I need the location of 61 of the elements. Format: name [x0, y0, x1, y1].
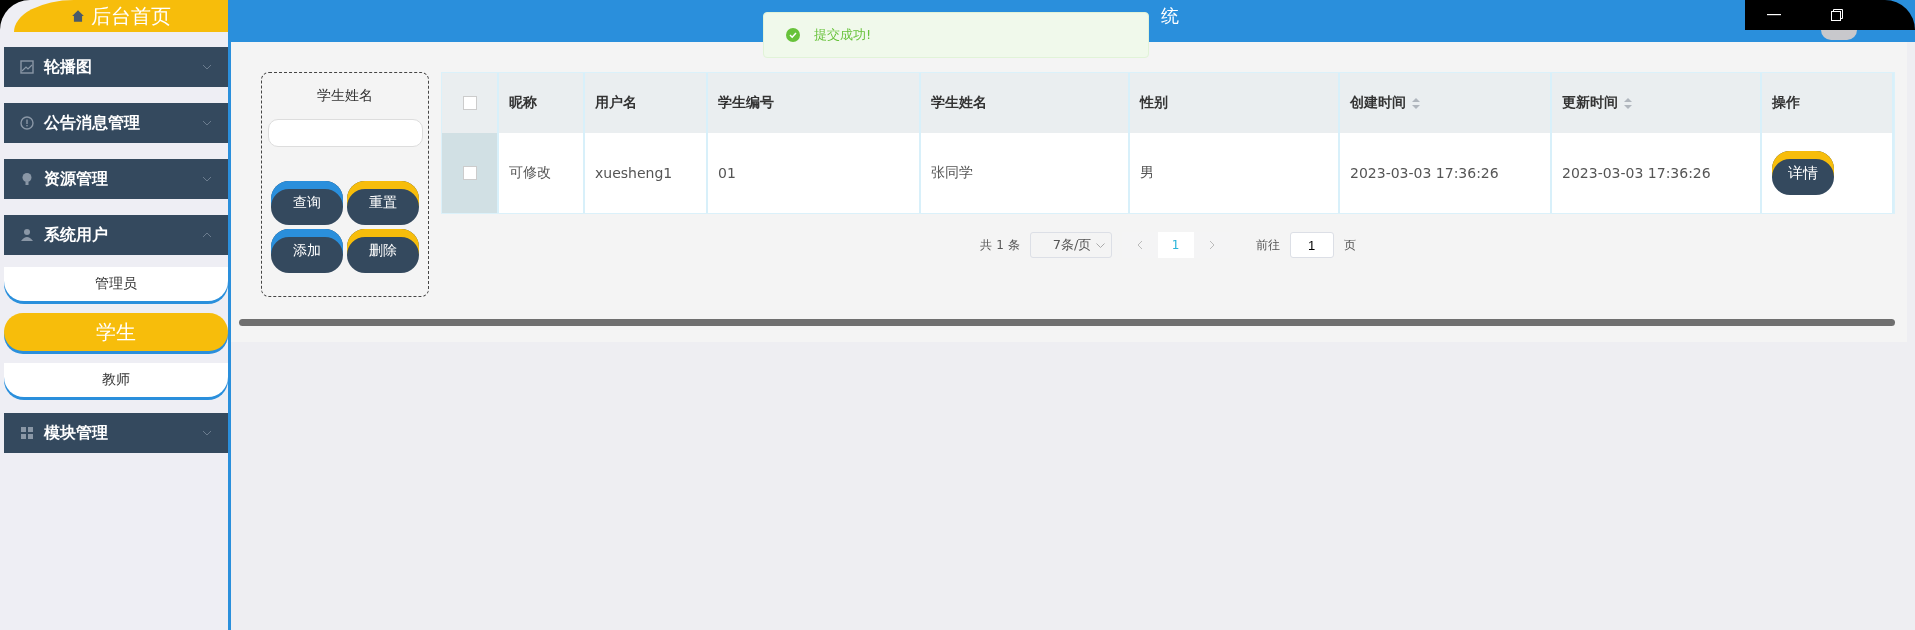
menu-item[interactable]: 资源管理: [4, 159, 228, 199]
table-cell: 01: [708, 133, 921, 213]
action-button[interactable]: 添加: [271, 229, 343, 273]
page-title: 统: [1161, 4, 1179, 28]
field-label: 学生姓名: [317, 87, 373, 105]
chevron-down-icon: [202, 64, 212, 70]
column-title: 创建时间: [1350, 94, 1406, 112]
check-circle-icon: [786, 28, 800, 42]
details-button[interactable]: 详情: [1772, 151, 1834, 195]
minimize-icon[interactable]: [1767, 14, 1781, 16]
home-icon: [71, 9, 85, 23]
column-title: 学生姓名: [931, 94, 987, 112]
action-button[interactable]: 删除: [347, 229, 419, 273]
page-suffix: 页: [1343, 236, 1356, 254]
table-cell: 张同学: [921, 133, 1130, 213]
chevron-right-icon: [1208, 240, 1215, 250]
page-size-select[interactable]: 7条/页: [1029, 232, 1112, 258]
toast-message: 提交成功!: [814, 26, 872, 44]
menu-item[interactable]: 模块管理: [4, 413, 228, 453]
chevron-left-icon: [1136, 240, 1143, 250]
goto-label: 前往: [1255, 236, 1280, 254]
select-all-checkbox[interactable]: [462, 96, 477, 110]
column-header[interactable]: 更新时间: [1552, 73, 1762, 133]
column-title: 操作: [1772, 94, 1800, 112]
action-button[interactable]: 重置: [347, 181, 419, 225]
column-title: 更新时间: [1562, 94, 1618, 112]
chevron-up-icon: [202, 232, 212, 238]
chevron-down-icon: [202, 120, 212, 126]
user-icon: [20, 228, 34, 242]
column-header[interactable]: 创建时间: [1340, 73, 1552, 133]
grid-icon: [20, 426, 34, 440]
table-cell: 2023-03-03 17:36:26: [1552, 133, 1762, 213]
total-count: 共 1 条: [980, 236, 1020, 254]
sort-icon[interactable]: [1624, 97, 1632, 109]
name-input-field[interactable]: [267, 119, 423, 147]
row-checkbox[interactable]: [462, 166, 477, 180]
menu-item[interactable]: 公告消息管理: [4, 103, 228, 143]
bulb-icon: [20, 172, 34, 186]
column-title: 学生编号: [718, 94, 774, 112]
column-title: 昵称: [509, 94, 537, 112]
restore-icon[interactable]: [1831, 9, 1843, 21]
submenu-item[interactable]: 管理员: [4, 267, 228, 301]
info-icon: [20, 116, 34, 130]
dropdown-icon: [1095, 242, 1105, 248]
action-button[interactable]: 查询: [271, 181, 343, 225]
menu-item[interactable]: 系统用户: [4, 215, 228, 255]
chevron-down-icon: [202, 176, 212, 182]
column-title: 用户名: [595, 94, 637, 112]
table-cell: 可修改: [499, 133, 585, 213]
menu-item[interactable]: 轮播图: [4, 47, 228, 87]
goto-page-field[interactable]: 1: [1289, 232, 1334, 258]
chevron-down-icon: [202, 430, 212, 436]
column-title: 性别: [1140, 94, 1168, 112]
table-cell: 2023-03-03 17:36:26: [1340, 133, 1552, 213]
scrollbar[interactable]: [239, 319, 1895, 326]
table-cell: xuesheng1: [585, 133, 708, 213]
avatar[interactable]: [1821, 30, 1857, 40]
image-icon: [20, 60, 34, 74]
sort-icon[interactable]: [1412, 97, 1420, 109]
submenu-item[interactable]: 教师: [4, 363, 228, 397]
table-cell: 男: [1130, 133, 1340, 213]
